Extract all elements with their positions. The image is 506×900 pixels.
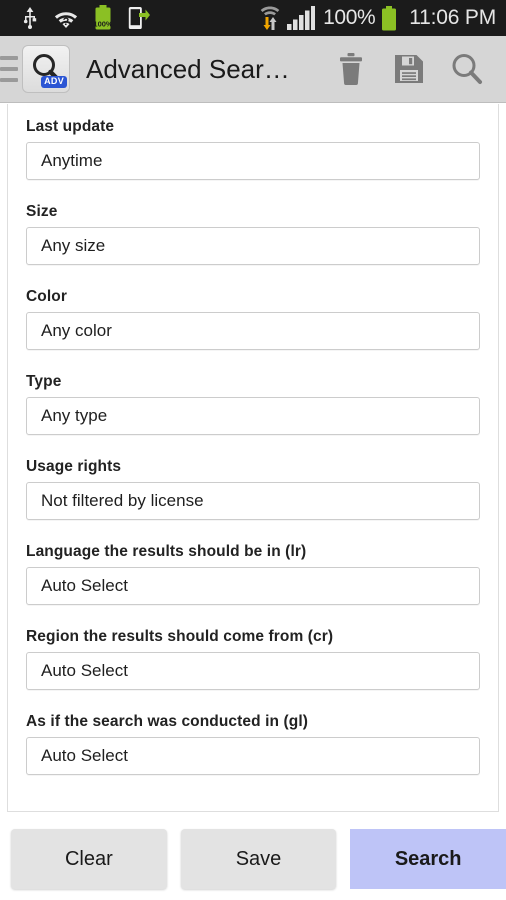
floppy-disk-icon: [395, 55, 423, 83]
field-label: Size: [26, 203, 58, 220]
field-geolocation: As if the search was conducted in (gl) A…: [8, 713, 498, 775]
hamburger-line: [0, 78, 18, 82]
field-region: Region the results should come from (cr)…: [8, 628, 498, 690]
page-title: Advanced Sear…: [86, 53, 290, 84]
status-battery-percent: 100%: [323, 6, 376, 29]
hamburger-line: [0, 56, 18, 60]
delete-button[interactable]: [322, 36, 380, 103]
battery-full-icon: 100%: [94, 5, 112, 30]
language-select[interactable]: Auto Select: [26, 567, 480, 605]
advanced-search-form: Last update Anytime Size Any size Color …: [7, 104, 499, 812]
status-bar-left-icons: ? 100%: [22, 5, 150, 31]
data-transfer-icon: [260, 6, 280, 30]
wifi-unknown-icon: ?: [54, 12, 78, 28]
field-label: Usage rights: [26, 458, 122, 475]
cellular-signal-icon: [287, 6, 316, 30]
hamburger-line: [0, 67, 18, 71]
field-color: Color Any color: [8, 288, 498, 350]
clear-button[interactable]: Clear: [11, 829, 167, 889]
battery-indicator-icon: [382, 5, 397, 30]
type-select[interactable]: Any type: [26, 397, 480, 435]
field-label: Region the results should come from (cr): [26, 628, 334, 645]
usb-icon: [23, 7, 37, 29]
app-icon-advanced-search[interactable]: ADV: [22, 45, 70, 93]
phone-transfer-icon: [128, 7, 150, 29]
region-select[interactable]: Auto Select: [26, 652, 480, 690]
navigation-drawer-handle[interactable]: [0, 36, 20, 103]
field-label: Type: [26, 373, 62, 390]
action-button-bar: Clear Save Search: [0, 829, 506, 889]
svg-text:100%: 100%: [94, 20, 112, 29]
field-last-update: Last update Anytime: [8, 118, 498, 180]
status-clock: 11:06 PM: [409, 6, 496, 29]
status-bar-right-icons: 100% 11:06 PM: [259, 5, 496, 31]
field-label: Last update: [26, 118, 115, 135]
save-button[interactable]: [380, 36, 438, 103]
geolocation-select[interactable]: Auto Select: [26, 737, 480, 775]
adv-badge: ADV: [41, 76, 67, 88]
color-select[interactable]: Any color: [26, 312, 480, 350]
status-bar: ? 100% 100% 11:06 PM: [0, 0, 506, 36]
magnifier-icon: [452, 54, 482, 84]
field-label: As if the search was conducted in (gl): [26, 713, 308, 730]
field-label: Language the results should be in (lr): [26, 543, 307, 560]
trash-icon: [340, 53, 362, 85]
field-language: Language the results should be in (lr) A…: [8, 543, 498, 605]
last-update-select[interactable]: Anytime: [26, 142, 480, 180]
svg-text:?: ?: [63, 16, 70, 28]
field-usage-rights: Usage rights Not filtered by license: [8, 458, 498, 520]
save-form-button[interactable]: Save: [180, 829, 337, 889]
app-bar: ADV Advanced Sear…: [0, 36, 506, 103]
usage-rights-select[interactable]: Not filtered by license: [26, 482, 480, 520]
search-button[interactable]: [438, 36, 496, 103]
field-size: Size Any size: [8, 203, 498, 265]
field-label: Color: [26, 288, 67, 305]
search-submit-button[interactable]: Search: [350, 829, 506, 889]
size-select[interactable]: Any size: [26, 227, 480, 265]
field-type: Type Any type: [8, 373, 498, 435]
